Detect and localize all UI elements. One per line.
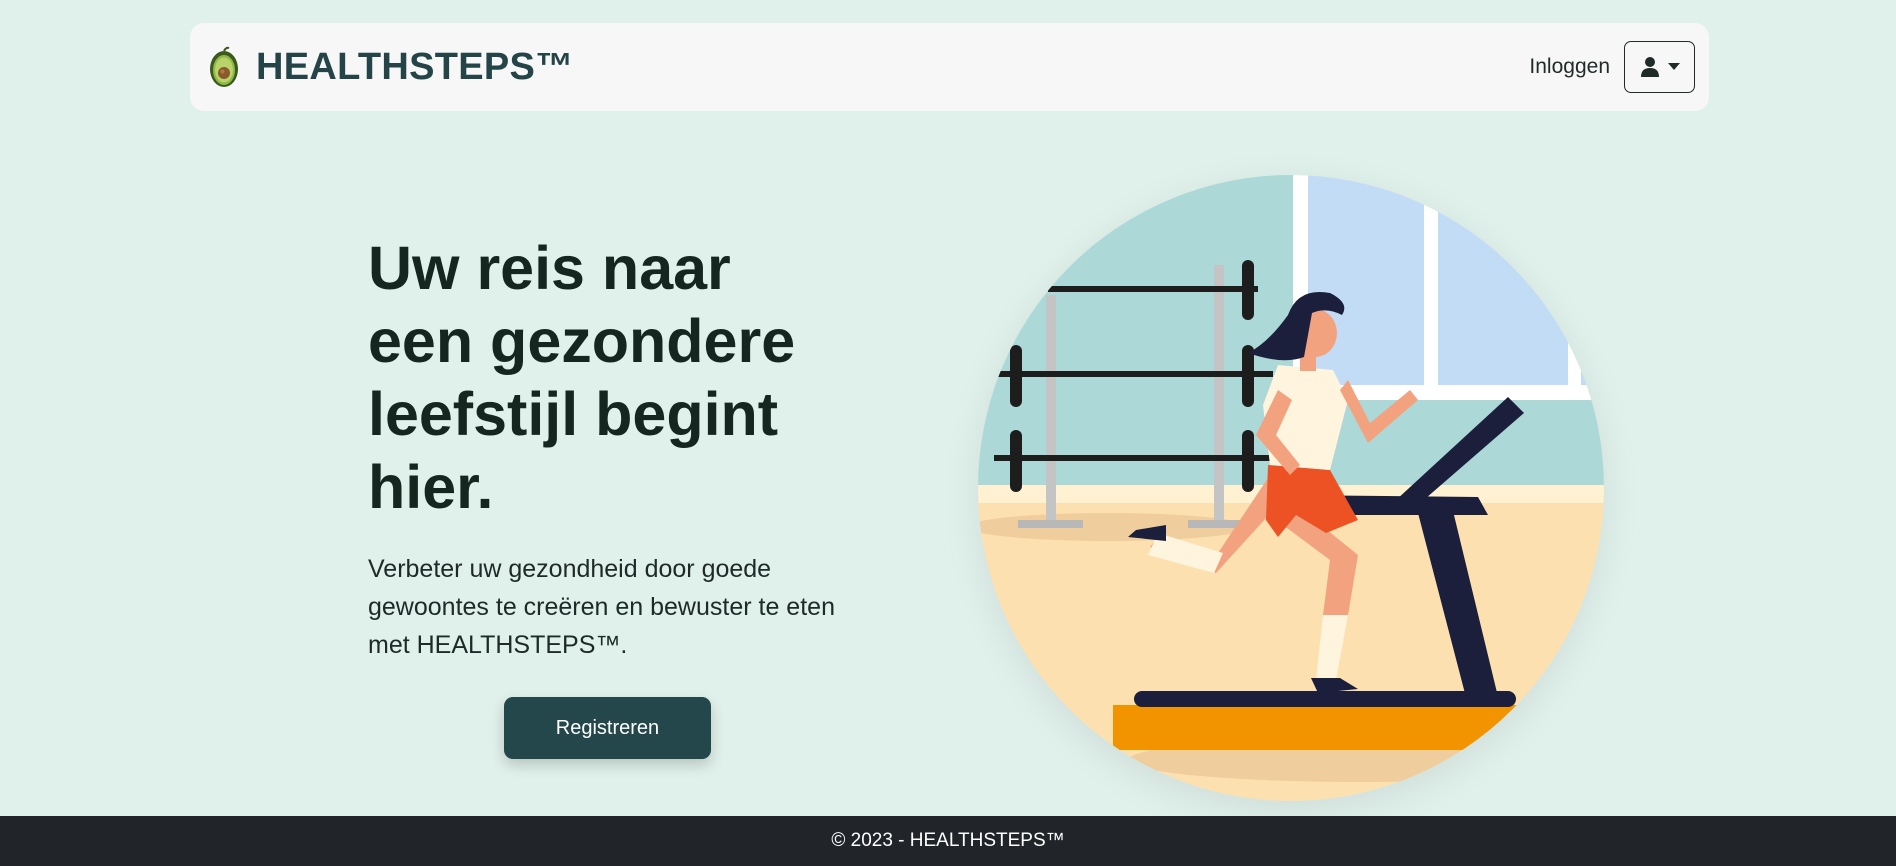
register-button[interactable]: Registreren: [504, 697, 711, 759]
navbar: HEALTHSTEPS™ Inloggen: [190, 23, 1709, 111]
nav-right: Inloggen: [1529, 41, 1695, 93]
avocado-icon: [210, 46, 238, 87]
footer-copyright: © 2023 - HEALTHSTEPS™: [831, 830, 1065, 851]
caret-down-icon: [1667, 63, 1680, 70]
treadmill-runner-illustration: [978, 175, 1604, 801]
login-link[interactable]: Inloggen: [1529, 55, 1610, 79]
brand-link[interactable]: HEALTHSTEPS™: [206, 45, 573, 89]
hero-subtitle: Verbeter uw gezondheid door goede gewoon…: [368, 555, 835, 659]
user-icon: [1640, 57, 1659, 77]
page: HEALTHSTEPS™ Inloggen Uw reis naar een g…: [0, 0, 1896, 866]
hero-illustration: [978, 175, 1604, 801]
user-menu-button[interactable]: [1624, 41, 1695, 93]
hero-title: Uw reis naar een gezondere leefstijl beg…: [368, 234, 796, 521]
footer: © 2023 - HEALTHSTEPS™: [0, 816, 1896, 866]
brand-name: HEALTHSTEPS™: [256, 45, 574, 88]
